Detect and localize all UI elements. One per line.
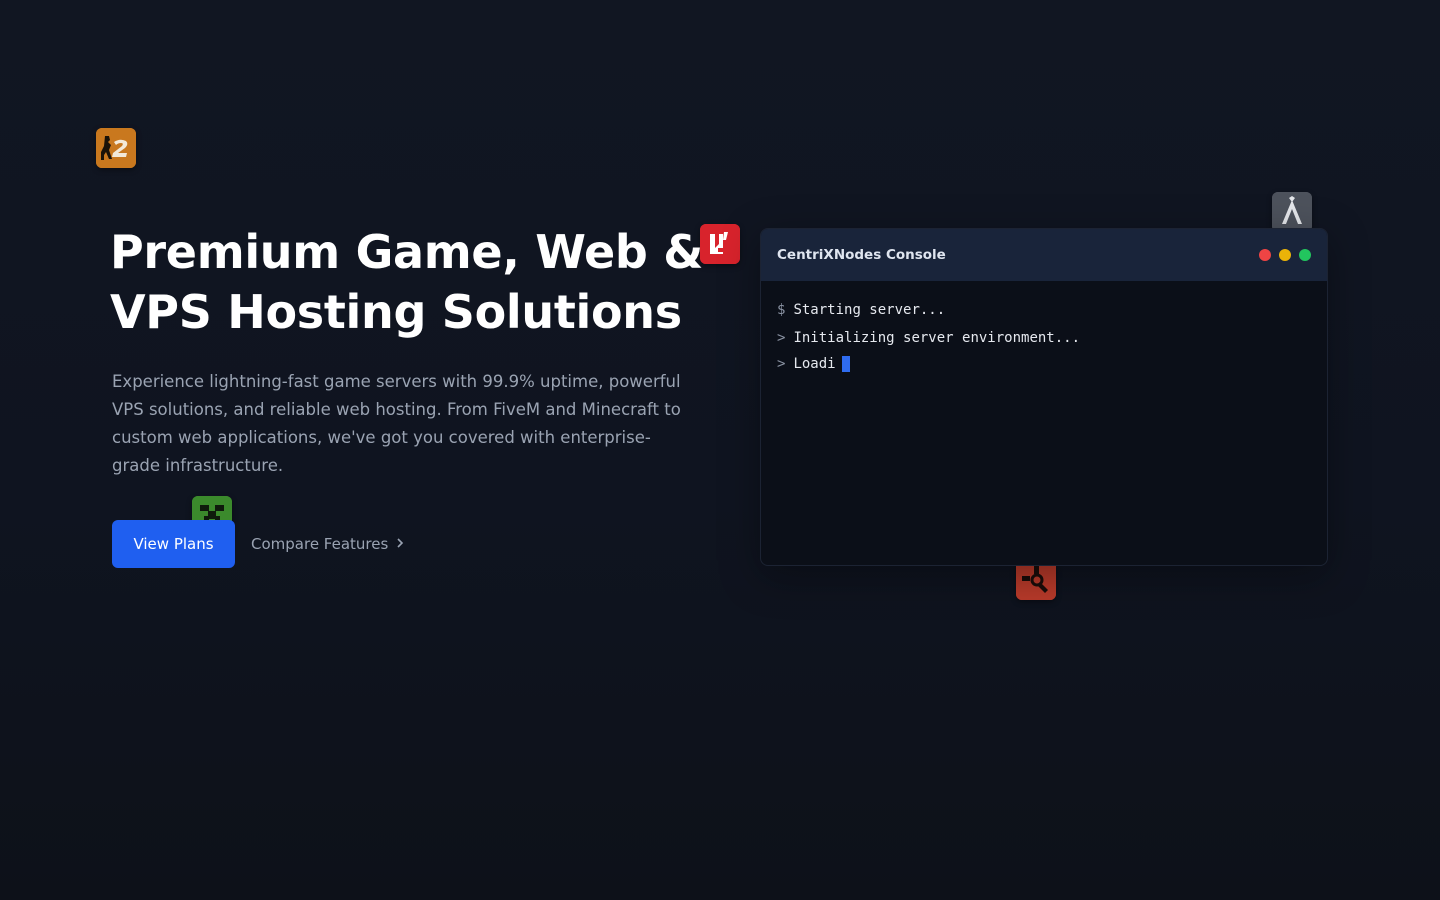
console-line-text: Starting server...: [793, 302, 946, 318]
console-header: CentriXNodes Console: [761, 229, 1327, 281]
maximize-dot-icon[interactable]: [1299, 249, 1311, 261]
console-prompt: >: [777, 356, 786, 372]
counter-strike-2-icon: [96, 128, 136, 168]
compare-features-label: Compare Features: [251, 535, 389, 553]
console-line-text: Initializing server environment...: [793, 330, 1081, 346]
console-prompt: >: [777, 330, 786, 346]
console-line-text: Loadi: [793, 356, 836, 372]
console-output: $ Starting server... > Initializing serv…: [761, 281, 1327, 397]
minimize-dot-icon[interactable]: [1279, 249, 1291, 261]
close-dot-icon[interactable]: [1259, 249, 1271, 261]
fivem-alt-icon: [1272, 192, 1312, 232]
view-plans-button[interactable]: View Plans: [112, 520, 235, 568]
console-line: > Loadi: [777, 353, 1311, 379]
console-title: CentriXNodes Console: [777, 247, 946, 263]
rust-icon: [1016, 560, 1056, 600]
terminal-cursor: [841, 356, 850, 372]
hero-section: Premium Game, Web & VPS Hosting Solution…: [0, 0, 1440, 900]
console-prompt: $: [777, 302, 786, 318]
compare-features-link[interactable]: Compare Features: [251, 532, 404, 556]
server-console-window: CentriXNodes Console $ Starting server..…: [760, 228, 1328, 566]
hero-subtitle: Experience lightning-fast game servers w…: [112, 372, 681, 475]
window-controls: [1259, 249, 1311, 261]
console-line: $ Starting server...: [777, 299, 1311, 325]
hero-title: Premium Game, Web & VPS Hosting Solution…: [110, 222, 730, 342]
chevron-right-icon: [396, 537, 404, 552]
hero-title-line2: VPS Hosting Solutions: [110, 285, 682, 339]
console-line: > Initializing server environment...: [777, 327, 1311, 353]
hero-title-line1: Premium Game, Web &: [110, 225, 704, 279]
